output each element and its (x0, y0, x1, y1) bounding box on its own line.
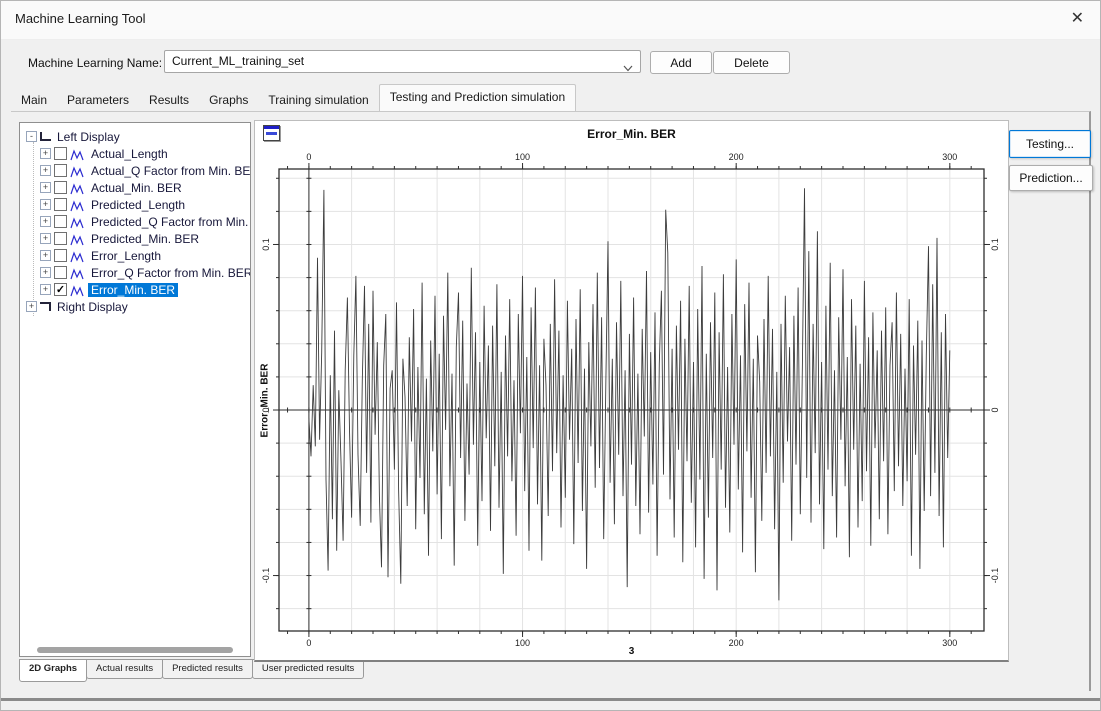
add-button[interactable]: Add (650, 51, 712, 74)
expand-plus-icon[interactable]: + (26, 301, 37, 312)
y-axis-label: Error_Min. BER (260, 341, 273, 461)
right-display-icon (40, 302, 51, 311)
tab-main[interactable]: Main (11, 89, 57, 111)
tab-user-predicted-results[interactable]: User predicted results (252, 659, 364, 679)
tree-item-label[interactable]: Actual_Q Factor from Min. BER (88, 164, 251, 178)
checkbox-icon[interactable] (54, 232, 67, 245)
expand-plus-icon[interactable]: + (40, 165, 51, 176)
expand-plus-icon[interactable]: + (40, 250, 51, 261)
tab-predicted-results[interactable]: Predicted results (162, 659, 253, 679)
svg-text:0.1: 0.1 (990, 238, 1000, 251)
tree-item-predicted-min-ber[interactable]: + Predicted_Min. BER (24, 230, 250, 247)
testing-button[interactable]: Testing... (1009, 130, 1091, 158)
tree-item-left-display[interactable]: - Left Display (24, 128, 250, 145)
ml-name-combobox[interactable]: Current_ML_training_set (164, 50, 641, 73)
tree-item-error-q-factor[interactable]: + Error_Q Factor from Min. BER (24, 264, 250, 281)
tree-item-predicted-q-factor[interactable]: + Predicted_Q Factor from Min. BER (24, 213, 250, 230)
checkbox-icon[interactable] (54, 266, 67, 279)
svg-text:300: 300 (942, 152, 957, 162)
scrollbar-thumb[interactable] (37, 647, 233, 653)
curve-icon (70, 216, 85, 228)
tree-item-label[interactable]: Predicted_Length (88, 198, 188, 212)
expand-plus-icon[interactable]: + (40, 267, 51, 278)
expand-plus-icon[interactable]: + (40, 199, 51, 210)
tree-item-error-length[interactable]: + Error_Length (24, 247, 250, 264)
window-title: Machine Learning Tool (15, 11, 146, 26)
tab-testing-and-prediction-simulation[interactable]: Testing and Prediction simulation (379, 84, 576, 111)
tree-item-error-min-ber[interactable]: + ✓ Error_Min. BER (24, 281, 250, 298)
svg-text:-0.1: -0.1 (990, 568, 1000, 584)
collapse-minus-icon[interactable]: - (26, 131, 37, 142)
tab-graphs[interactable]: Graphs (199, 89, 258, 111)
tab-actual-results[interactable]: Actual results (86, 659, 163, 679)
svg-text:0: 0 (306, 152, 311, 162)
main-tabstrip: Main Parameters Results Graphs Training … (11, 85, 1088, 111)
tab-parameters[interactable]: Parameters (57, 89, 139, 111)
tree-item-label[interactable]: Right Display (54, 300, 131, 314)
tree-item-label[interactable]: Predicted_Q Factor from Min. BER (88, 215, 251, 229)
tree-item-predicted-length[interactable]: + Predicted_Length (24, 196, 250, 213)
svg-text:0: 0 (990, 408, 1000, 413)
tab-2d-graphs[interactable]: 2D Graphs (19, 659, 87, 682)
svg-text:-0.1: -0.1 (261, 568, 271, 584)
curve-icon (70, 250, 85, 262)
curve-icon (70, 165, 85, 177)
expand-plus-icon[interactable]: + (40, 148, 51, 159)
tree-item-actual-length[interactable]: + Actual_Length (24, 145, 250, 162)
expand-plus-icon[interactable]: + (40, 284, 51, 295)
curve-icon (70, 284, 85, 296)
expand-plus-icon[interactable]: + (40, 182, 51, 193)
machine-learning-tool-window: Machine Learning Tool ✕ Machine Learning… (0, 0, 1101, 711)
checkbox-icon[interactable] (54, 249, 67, 262)
tree-item-label[interactable]: Left Display (54, 130, 123, 144)
delete-button[interactable]: Delete (713, 51, 790, 74)
results-tabstrip: 2D Graphs Actual results Predicted resul… (19, 659, 364, 682)
ml-name-label: Machine Learning Name: (28, 56, 162, 70)
tree-horizontal-scrollbar[interactable] (32, 647, 238, 653)
checkbox-icon[interactable] (54, 215, 67, 228)
left-display-icon (40, 132, 51, 141)
curve-icon (70, 267, 85, 279)
graph-panel[interactable]: Error_Min. BER 00100100200200300300-0.1-… (254, 120, 1009, 662)
tree-item-actual-q-factor[interactable]: + Actual_Q Factor from Min. BER (24, 162, 250, 179)
tree-item-label[interactable]: Predicted_Min. BER (88, 232, 202, 246)
svg-text:0.1: 0.1 (261, 238, 271, 251)
tree-item-label[interactable]: Actual_Length (88, 147, 171, 161)
tree-item-label[interactable]: Error_Min. BER (88, 283, 178, 297)
tab-results[interactable]: Results (139, 89, 199, 111)
checkbox-icon[interactable] (54, 147, 67, 160)
svg-text:100: 100 (515, 152, 530, 162)
tree-item-actual-min-ber[interactable]: + Actual_Min. BER (24, 179, 250, 196)
checkbox-icon[interactable] (54, 164, 67, 177)
svg-text:200: 200 (729, 152, 744, 162)
curve-icon (70, 148, 85, 160)
curve-icon (70, 182, 85, 194)
tab-training-simulation[interactable]: Training simulation (258, 89, 378, 111)
x-axis-label: 3 (279, 646, 984, 657)
checkbox-icon[interactable] (54, 198, 67, 211)
error-min-ber-chart[interactable]: 00100100200200300300-0.1-0.1000.10.1 (255, 121, 1008, 661)
window-bottom-edge (1, 698, 1100, 701)
expand-plus-icon[interactable]: + (40, 233, 51, 244)
tree-item-label[interactable]: Error_Length (88, 249, 164, 263)
tree-item-right-display[interactable]: + Right Display (24, 298, 250, 315)
checkbox-checked-icon[interactable]: ✓ (54, 283, 67, 296)
curve-icon (70, 233, 85, 245)
ml-name-value: Current_ML_training_set (172, 54, 304, 68)
tree-item-label[interactable]: Error_Q Factor from Min. BER (88, 266, 251, 280)
titlebar: Machine Learning Tool ✕ (1, 1, 1100, 40)
chevron-down-icon (623, 59, 633, 66)
display-tree-panel: - Left Display + Actual_Length + Actual_… (19, 122, 251, 657)
curve-icon (70, 199, 85, 211)
close-icon[interactable]: ✕ (1071, 8, 1084, 28)
checkbox-icon[interactable] (54, 181, 67, 194)
tree-item-label[interactable]: Actual_Min. BER (88, 181, 185, 195)
prediction-button[interactable]: Prediction... (1009, 165, 1093, 191)
tab-page: - Left Display + Actual_Length + Actual_… (11, 111, 1091, 691)
expand-plus-icon[interactable]: + (40, 216, 51, 227)
